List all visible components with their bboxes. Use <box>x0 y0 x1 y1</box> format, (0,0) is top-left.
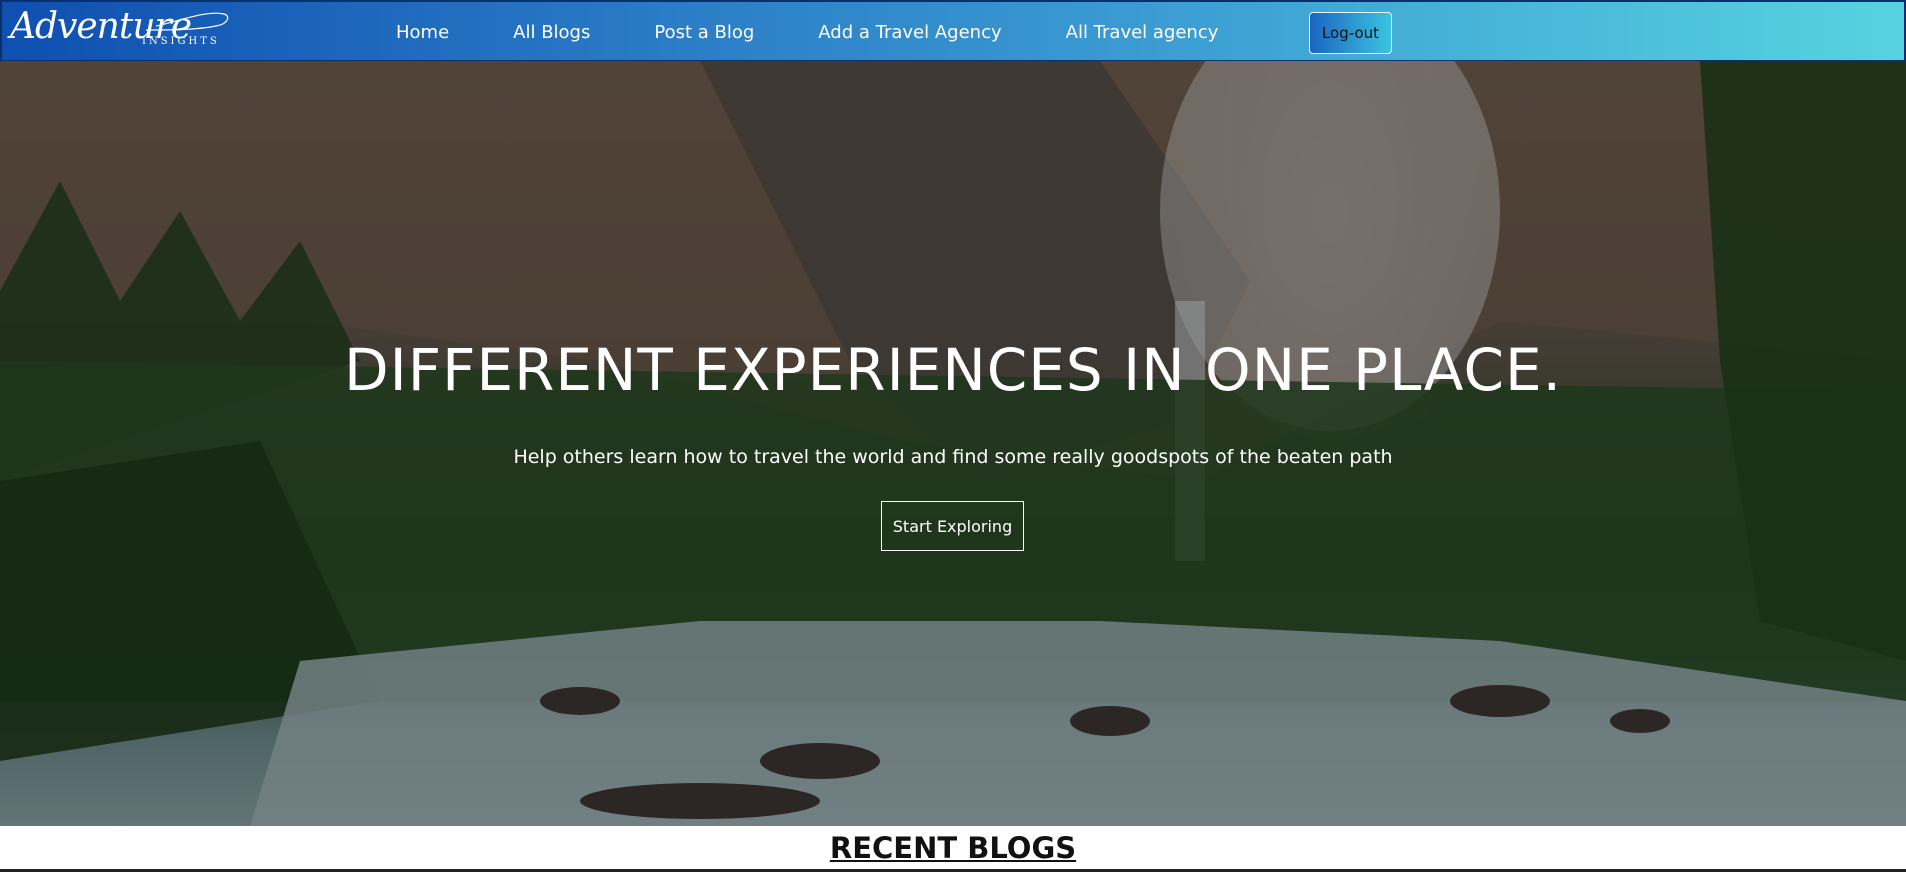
recent-blogs-heading: RECENT BLOGS <box>829 831 1077 865</box>
hero-title: DIFFERENT EXPERIENCES IN ONE PLACE. <box>343 336 1563 404</box>
nav-add-travel-agency-link[interactable]: Add a Travel Agency <box>818 22 1001 43</box>
nav-post-blog-link[interactable]: Post a Blog <box>654 22 754 43</box>
nav-all-blogs-link[interactable]: All Blogs <box>513 22 590 43</box>
start-exploring-button[interactable]: Start Exploring <box>881 501 1024 551</box>
top-navbar: Adventure INSIGHTS Home All Blogs Post a… <box>0 0 1906 61</box>
logout-button[interactable]: Log-out <box>1309 12 1392 54</box>
hero-overlay <box>0 61 1906 826</box>
nav-home-link[interactable]: Home <box>396 22 449 43</box>
brand-logo[interactable]: Adventure INSIGHTS <box>6 4 236 60</box>
hero-banner: DIFFERENT EXPERIENCES IN ONE PLACE. Help… <box>0 61 1906 826</box>
logo-swash-icon <box>145 12 229 31</box>
main-nav: Home All Blogs Post a Blog Add a Travel … <box>396 2 1282 63</box>
hero-subtitle: Help others learn how to travel the worl… <box>513 446 1393 468</box>
nav-all-travel-agency-link[interactable]: All Travel agency <box>1066 22 1219 43</box>
